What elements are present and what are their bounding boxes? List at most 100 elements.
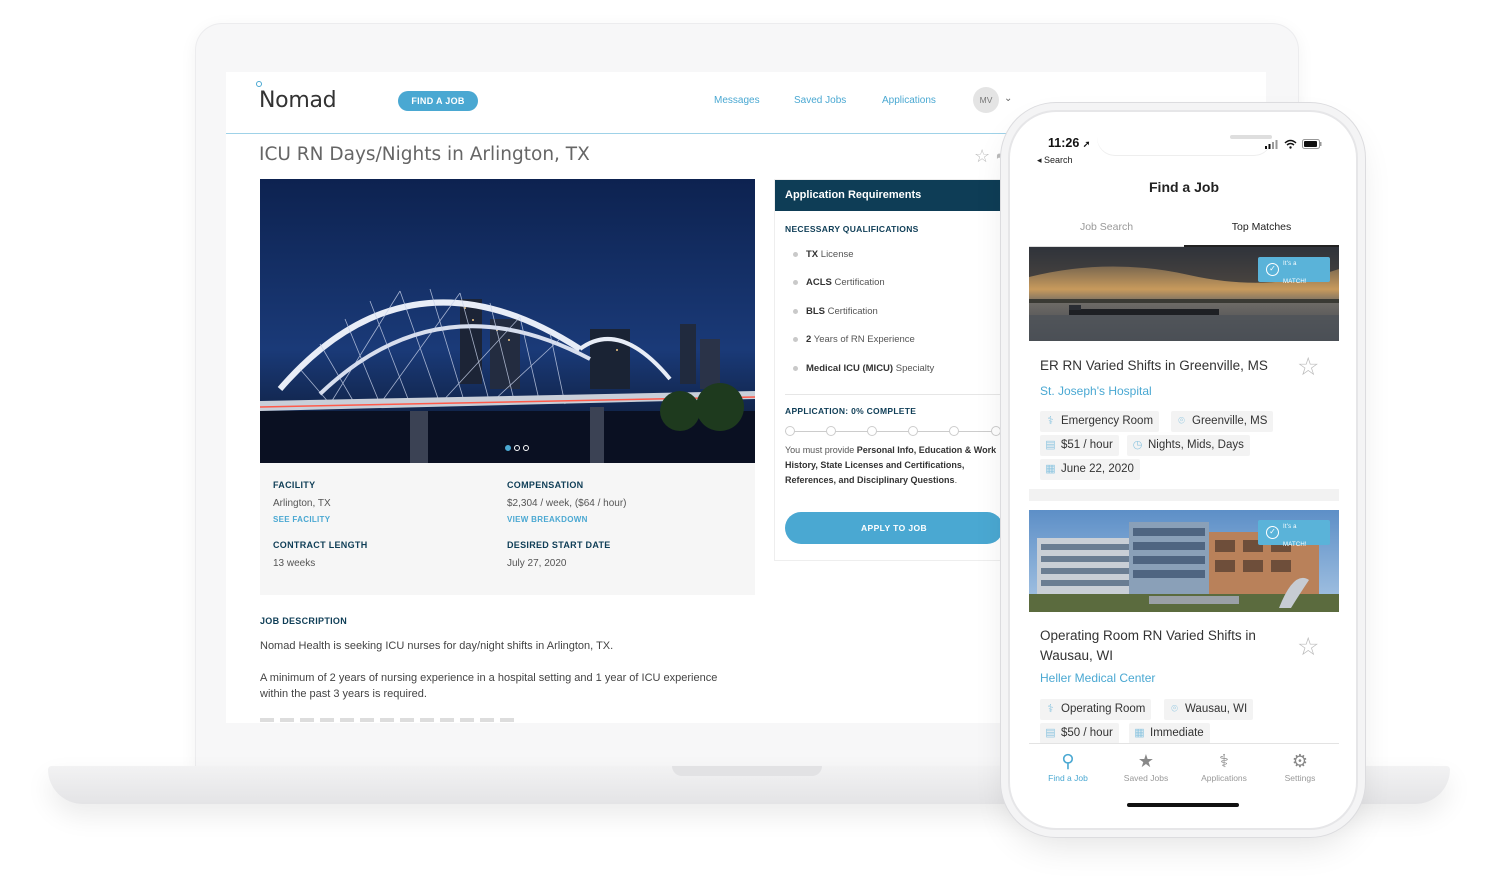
segmented-tabs: Job Search Top Matches	[1029, 207, 1339, 247]
bullet-icon	[793, 252, 798, 257]
bullet-icon	[793, 280, 798, 285]
progress-label: APPLICATION: 0% COMPLETE	[785, 406, 917, 416]
chevron-down-icon[interactable]: ⌄	[1004, 93, 1012, 104]
tag-pay: ▤ $50 / hour	[1040, 723, 1119, 744]
tabbar-saved-jobs[interactable]: ★ Saved Jobs	[1107, 749, 1185, 783]
facility-photo	[260, 179, 755, 463]
bridge-night-image	[260, 179, 755, 463]
star-icon[interactable]: ☆	[974, 146, 990, 167]
qualification-item: 2 Years of RN Experience	[793, 334, 915, 345]
requirements-note: You must provide Personal Info, Educatio…	[785, 445, 997, 485]
bottom-tab-bar: ⚲ Find a Job ★ Saved Jobs ⚕ Applications ⚙ S…	[1029, 743, 1339, 815]
qualification-item: TX License	[793, 249, 854, 260]
tag-location: ⌾ Wausau, WI	[1164, 699, 1254, 720]
carousel-dot[interactable]	[514, 445, 520, 451]
find-a-job-button[interactable]: FIND A JOB	[398, 91, 478, 111]
check-circle-icon: ✓	[1266, 263, 1279, 276]
clock-icon: ◷	[1132, 439, 1143, 451]
job-card-image[interactable]: ✓ It's a MATCH!	[1029, 510, 1339, 612]
wifi-icon	[1284, 139, 1297, 149]
job-card-hospital[interactable]: St. Joseph's Hospital	[1040, 384, 1152, 398]
tab-job-search[interactable]: Job Search	[1029, 221, 1184, 233]
gear-icon: ⚙	[1291, 751, 1309, 771]
money-icon: ▤	[1045, 439, 1056, 451]
stethoscope-icon: ⚕	[1047, 703, 1054, 715]
bullet-icon	[793, 337, 798, 342]
star-icon: ★	[1137, 751, 1155, 771]
screen-title: Find a Job	[1149, 179, 1219, 195]
view-breakdown-link[interactable]: VIEW BREAKDOWN	[507, 515, 588, 524]
save-star-icon[interactable]: ☆	[1297, 632, 1319, 662]
nav-messages[interactable]: Messages	[714, 95, 760, 106]
match-badge: ✓ It's a MATCH!	[1258, 257, 1330, 285]
share-icon[interactable]: ➦	[996, 146, 1010, 166]
carousel-dot[interactable]	[505, 445, 511, 451]
signal-icon	[1265, 139, 1278, 149]
carousel-dots[interactable]	[505, 445, 529, 451]
calendar-icon: ▦	[1134, 727, 1145, 739]
nomad-logo[interactable]: Nomad	[259, 88, 337, 113]
job-description-p1: Nomad Health is seeking ICU nurses for d…	[260, 640, 614, 652]
match-badge: ✓ It's a MATCH!	[1258, 520, 1330, 548]
application-requirements-panel: Application Requirements NECESSARY QUALI…	[774, 179, 1014, 561]
card-separator	[1029, 489, 1339, 501]
job-title: ICU RN Days/Nights in Arlington, TX	[259, 144, 590, 165]
job-card-title[interactable]: ER RN Varied Shifts in Greenville, MS	[1040, 356, 1290, 376]
nav-applications[interactable]: Applications	[882, 95, 936, 106]
battery-icon	[1302, 139, 1322, 149]
facility-label: FACILITY	[273, 480, 316, 490]
location-pin-icon: ⌾	[1178, 415, 1185, 427]
tab-top-matches[interactable]: Top Matches	[1184, 221, 1339, 233]
calendar-icon: ▦	[1045, 463, 1056, 475]
money-icon: ▤	[1045, 727, 1056, 739]
check-circle-icon: ✓	[1266, 526, 1279, 539]
compensation-label: COMPENSATION	[507, 480, 584, 490]
job-description-p2: A minimum of 2 years of nursing experien…	[260, 672, 718, 700]
tag-shifts: ◷ Nights, Mids, Days	[1127, 435, 1250, 456]
bullet-icon	[793, 366, 798, 371]
job-description-label: JOB DESCRIPTION	[260, 616, 348, 626]
status-icons	[1265, 139, 1322, 149]
see-facility-link[interactable]: SEE FACILITY	[273, 515, 330, 524]
phone-frame: 11:26 ➚ ◂ Search Find a Job Job Search T…	[1010, 112, 1356, 828]
job-details-panel: FACILITY Arlington, TX SEE FACILITY COMP…	[260, 463, 755, 595]
application-progress	[785, 425, 1001, 439]
tag-start: ▦ Immediate	[1129, 723, 1210, 744]
tag-start: ▦ June 22, 2020	[1040, 459, 1140, 480]
start-date-label: DESIRED START DATE	[507, 540, 611, 550]
tabbar-applications[interactable]: ⚕ Applications	[1185, 749, 1263, 783]
stethoscope-icon: ⚕	[1219, 751, 1229, 771]
user-avatar[interactable]: MV	[973, 87, 999, 113]
laptop-notch	[672, 766, 822, 776]
tag-pay: ▤ $51 / hour	[1040, 435, 1119, 456]
tabbar-find-a-job[interactable]: ⚲ Find a Job	[1029, 749, 1107, 783]
start-date-value: July 27, 2020	[507, 558, 567, 569]
save-star-icon[interactable]: ☆	[1297, 352, 1319, 382]
logo-mark-icon	[256, 81, 262, 87]
truncated-text	[260, 718, 520, 722]
location-arrow-icon: ➚	[1082, 139, 1091, 149]
carousel-dot[interactable]	[523, 445, 529, 451]
job-card-hospital[interactable]: Heller Medical Center	[1040, 671, 1155, 685]
tag-unit: ⚕ Emergency Room	[1040, 411, 1160, 432]
search-icon: ⚲	[1061, 751, 1075, 771]
apply-to-job-button[interactable]: APPLY TO JOB	[785, 512, 1003, 544]
phone-notch	[1097, 127, 1272, 155]
home-indicator	[1127, 803, 1239, 807]
status-time: 11:26 ➚	[1048, 136, 1091, 150]
bullet-icon	[793, 309, 798, 314]
back-to-search[interactable]: ◂ Search	[1037, 155, 1073, 166]
qualification-item: BLS Certification	[793, 306, 878, 317]
nav-saved-jobs[interactable]: Saved Jobs	[794, 95, 846, 106]
qualifications-label: NECESSARY QUALIFICATIONS	[785, 224, 919, 234]
tabbar-settings[interactable]: ⚙ Settings	[1261, 749, 1339, 783]
tag-location: ⌾ Greenville, MS	[1171, 411, 1274, 432]
contract-length-value: 13 weeks	[273, 558, 316, 569]
qualification-item: Medical ICU (MICU) Specialty	[793, 363, 934, 374]
facility-value: Arlington, TX	[273, 498, 331, 509]
stethoscope-icon: ⚕	[1047, 415, 1054, 427]
job-card-title[interactable]: Operating Room RN Varied Shifts in Wausa…	[1040, 626, 1290, 666]
compensation-value: $2,304 / week, ($64 / hour)	[507, 498, 627, 509]
job-card-image[interactable]: ✓ It's a MATCH!	[1029, 247, 1339, 341]
phone-screen: 11:26 ➚ ◂ Search Find a Job Job Search T…	[1029, 127, 1339, 815]
